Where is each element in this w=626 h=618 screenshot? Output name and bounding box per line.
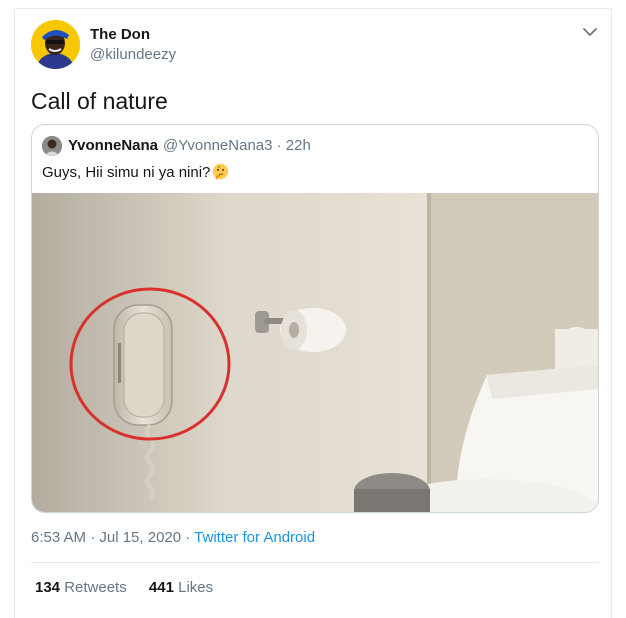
tweet-text: Call of nature <box>31 88 168 114</box>
author-avatar[interactable] <box>31 20 80 69</box>
tweet-timestamp[interactable]: 6:53 AM · Jul 15, 2020 · <box>31 529 194 546</box>
author-handle[interactable]: @kilundeezy <box>90 46 176 63</box>
quoted-text-content: Guys, Hii simu ni ya nini? <box>42 164 211 181</box>
retweets-count: 134 <box>35 579 61 596</box>
quoted-tweet-text: Guys, Hii simu ni ya nini? <box>42 163 229 181</box>
tweet-source-link[interactable]: Twitter for Android <box>194 529 315 546</box>
tweet-stats: 134 Retweets 441 Likes <box>35 579 231 596</box>
likes-label: Likes <box>173 579 214 596</box>
person-avatar-icon <box>31 20 80 69</box>
quoted-author-avatar[interactable] <box>42 136 62 156</box>
likes-stat[interactable]: 441 Likes <box>149 579 213 596</box>
tweet-meta: 6:53 AM · Jul 15, 2020 · Twitter for And… <box>31 529 315 546</box>
author-name[interactable]: The Don <box>90 26 150 43</box>
quoted-author-handle-and-time[interactable]: @YvonneNana3 · 22h <box>163 137 311 154</box>
thinking-face-icon <box>213 163 229 180</box>
person-avatar-icon <box>42 136 62 156</box>
divider <box>31 562 599 563</box>
likes-count: 441 <box>148 579 174 596</box>
quoted-tweet[interactable]: YvonneNana @YvonneNana3 · 22h Guys, Hii … <box>31 124 599 513</box>
retweets-stat[interactable]: 134 Retweets <box>35 579 127 596</box>
chevron-down-icon[interactable] <box>582 26 598 38</box>
quoted-author-name[interactable]: YvonneNana <box>68 137 158 154</box>
retweets-label: Retweets <box>60 579 127 596</box>
quoted-tweet-photo[interactable] <box>32 193 599 513</box>
